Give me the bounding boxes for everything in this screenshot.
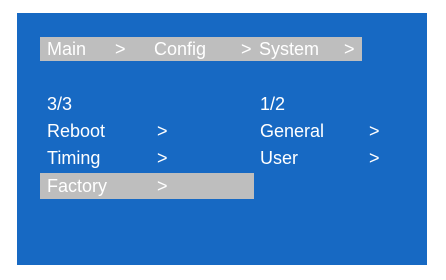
breadcrumb-item-system[interactable]: System (259, 38, 319, 60)
menu-item-user-arrow: > (369, 148, 380, 168)
menu-screen: Main > Config > System > 3/3 Reboot > Ti… (17, 13, 427, 265)
breadcrumb-separator: > (344, 39, 355, 59)
menu-item-factory[interactable]: Factory (47, 175, 107, 197)
menu-item-timing-arrow: > (157, 148, 168, 168)
menu-item-factory-arrow: > (157, 176, 168, 196)
left-page-indicator: 3/3 (47, 94, 73, 114)
menu-item-timing[interactable]: Timing (47, 147, 100, 169)
breadcrumb-item-main[interactable]: Main (47, 38, 86, 60)
menu-item-general-arrow: > (369, 121, 380, 141)
menu-item-general[interactable]: General (260, 120, 324, 142)
breadcrumb-separator: > (115, 39, 126, 59)
right-page-indicator: 1/2 (260, 94, 286, 114)
menu-item-user[interactable]: User (260, 147, 298, 169)
menu-item-reboot[interactable]: Reboot (47, 120, 105, 142)
breadcrumb-item-config[interactable]: Config (154, 38, 206, 60)
menu-item-reboot-arrow: > (157, 121, 168, 141)
breadcrumb-separator: > (241, 39, 252, 59)
